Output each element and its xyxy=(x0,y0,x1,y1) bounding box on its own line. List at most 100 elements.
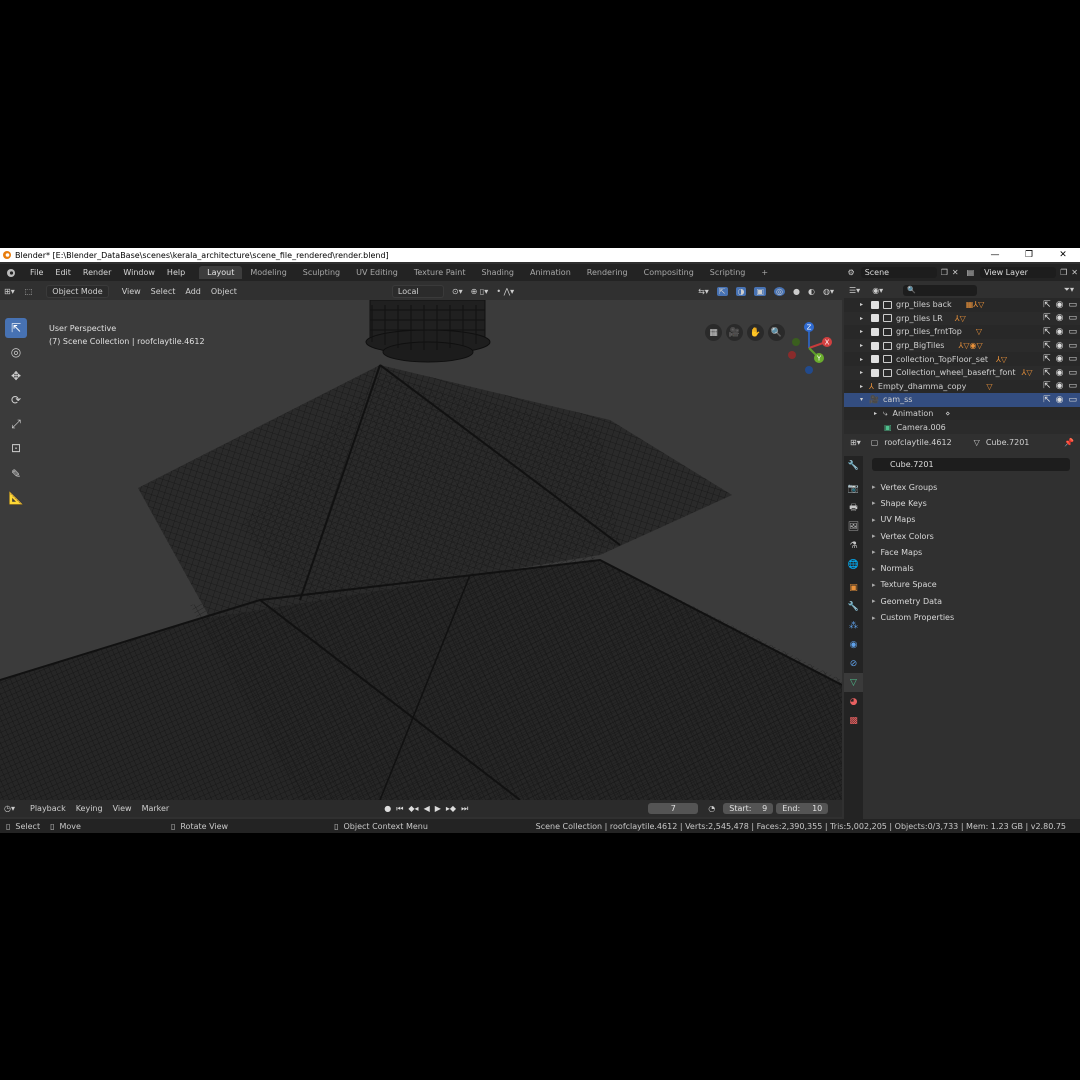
timeline-editor-icon[interactable]: ◷▾ xyxy=(4,804,15,813)
orientation-dropdown[interactable]: Local xyxy=(391,284,444,298)
constraints-tab-icon[interactable]: ⊘ xyxy=(844,654,863,673)
tab-layout[interactable]: Layout xyxy=(199,266,243,279)
prev-keyframe-icon[interactable]: ◆◂ xyxy=(408,804,418,814)
eye-icon[interactable]: ◉ xyxy=(1056,327,1064,337)
expand-arrow-icon[interactable]: ▸ xyxy=(860,369,863,376)
tab-uv-editing[interactable]: UV Editing xyxy=(348,266,406,279)
select-box-icon[interactable]: ⬚ xyxy=(25,287,33,296)
collapse-arrow-icon[interactable]: ▾ xyxy=(860,396,863,403)
menu-file[interactable]: File xyxy=(24,268,49,277)
outliner-row-selected[interactable]: ▾ 🎥 cam_ss ⇱ ◉ ▭ xyxy=(844,393,1080,407)
play-reverse-icon[interactable]: ◀ xyxy=(424,804,430,814)
add-workspace-icon[interactable]: + xyxy=(753,266,776,279)
monitor-icon[interactable]: ▭ xyxy=(1068,300,1077,310)
physics-tab-icon[interactable]: ◉ xyxy=(844,635,863,654)
tab-animation[interactable]: Animation xyxy=(522,266,579,279)
menu-add[interactable]: Add xyxy=(180,286,206,297)
panel-vertex-groups[interactable]: Vertex Groups xyxy=(864,479,1080,495)
display-mode-icon[interactable]: ◉▾ xyxy=(872,286,883,295)
select-arrow-icon[interactable]: ⇱ xyxy=(1043,327,1051,337)
record-icon[interactable]: ● xyxy=(384,804,391,814)
rendered-shading-icon[interactable]: ◍▾ xyxy=(823,287,834,296)
play-icon[interactable]: ▶ xyxy=(435,804,441,814)
tab-texture-paint[interactable]: Texture Paint xyxy=(406,266,474,279)
tab-rendering[interactable]: Rendering xyxy=(579,266,636,279)
eye-icon[interactable]: ◉ xyxy=(1056,395,1064,405)
tab-modeling[interactable]: Modeling xyxy=(242,266,294,279)
current-frame-field[interactable]: 7 xyxy=(648,803,699,814)
exclude-checkbox[interactable] xyxy=(871,300,880,309)
texture-tab-icon[interactable]: ▩ xyxy=(844,711,863,730)
new-view-layer-icon[interactable]: ❐ xyxy=(1060,268,1067,277)
select-arrow-icon[interactable]: ⇱ xyxy=(1043,341,1051,351)
menu-help[interactable]: Help xyxy=(161,268,191,277)
scene-tab-icon[interactable]: ⚗ xyxy=(844,536,863,555)
outliner-row[interactable]: ▸ Collection_wheel_basefrt_font ⅄▽ ⇱ ◉ ▭ xyxy=(844,365,1080,380)
start-frame-field[interactable]: Start: 9 xyxy=(723,803,774,814)
new-scene-icon[interactable]: ❐ xyxy=(941,268,948,277)
rotate-tool-icon[interactable]: ⟳ xyxy=(5,390,27,410)
monitor-icon[interactable]: ▭ xyxy=(1068,368,1077,378)
axis-gizmo[interactable]: Z X Y xyxy=(782,320,838,376)
panel-geometry-data[interactable]: Geometry Data xyxy=(864,593,1080,609)
proportional-edit-icon[interactable]: • ⋀▾ xyxy=(496,287,514,296)
view-layer-tab-icon[interactable]: 🖼 xyxy=(844,517,863,536)
measure-tool-icon[interactable]: 📐 xyxy=(5,488,27,508)
solid-shading-icon[interactable]: ● xyxy=(793,287,800,296)
scale-tool-icon[interactable]: ⤢ xyxy=(5,414,27,434)
select-arrow-icon[interactable]: ⇱ xyxy=(1043,395,1051,405)
select-tool-icon[interactable]: ⇱ xyxy=(5,318,27,338)
view-layer-selector[interactable]: View Layer xyxy=(980,267,1057,278)
monitor-icon[interactable]: ▭ xyxy=(1068,354,1077,364)
remove-view-layer-icon[interactable]: ✕ xyxy=(1071,268,1078,277)
editor-type-icon[interactable]: ⊞▾ xyxy=(4,287,15,296)
camera-view-icon[interactable]: 🎥 xyxy=(726,324,743,341)
outliner-row[interactable]: ▸ grp_BigTiles ⅄▽◉▽ ⇱ ◉ ▭ xyxy=(844,338,1080,353)
cursor-tool-icon[interactable]: ◎ xyxy=(5,342,27,362)
outliner-row[interactable]: ▸ grp_tiles back ▦⅄▽ ⇱ ◉ ▭ xyxy=(844,298,1080,312)
world-tab-icon[interactable]: 🌐 xyxy=(844,555,863,574)
select-arrow-icon[interactable]: ⇱ xyxy=(1043,354,1051,364)
expand-arrow-icon[interactable]: ▸ xyxy=(860,342,863,349)
blender-menu-icon[interactable] xyxy=(4,267,22,279)
eye-icon[interactable]: ◉ xyxy=(1056,341,1064,351)
monitor-icon[interactable]: ▭ xyxy=(1068,341,1077,351)
panel-texture-space[interactable]: Texture Space xyxy=(864,577,1080,593)
select-arrow-icon[interactable]: ⇱ xyxy=(1043,300,1051,310)
menu-render[interactable]: Render xyxy=(77,268,117,277)
object-tab-icon[interactable]: ▣ xyxy=(844,578,863,597)
tab-scripting[interactable]: Scripting xyxy=(702,266,754,279)
exclude-checkbox[interactable] xyxy=(871,314,880,323)
panel-vertex-colors[interactable]: Vertex Colors xyxy=(864,528,1080,544)
exclude-checkbox[interactable] xyxy=(871,327,880,336)
outliner-row[interactable]: ▸ ⤷ Animation ⋄ xyxy=(844,407,1080,421)
eye-icon[interactable]: ◉ xyxy=(1056,368,1064,378)
panel-shape-keys[interactable]: Shape Keys xyxy=(864,495,1080,511)
snap-icon[interactable]: ⊕ ▯▾ xyxy=(471,287,489,296)
particles-tab-icon[interactable]: ⁂ xyxy=(844,616,863,635)
mesh-name-field[interactable]: Cube.7201 xyxy=(872,458,1070,471)
menu-view[interactable]: View xyxy=(117,286,146,297)
select-arrow-icon[interactable]: ⇱ xyxy=(1043,313,1051,323)
expand-arrow-icon[interactable]: ▸ xyxy=(860,301,863,308)
exclude-checkbox[interactable] xyxy=(871,368,880,377)
menu-keying[interactable]: Keying xyxy=(71,804,108,813)
menu-object[interactable]: Object xyxy=(206,286,242,297)
expand-arrow-icon[interactable]: ▸ xyxy=(874,410,877,417)
menu-timeline-view[interactable]: View xyxy=(108,804,137,813)
menu-select[interactable]: Select xyxy=(146,286,181,297)
tab-compositing[interactable]: Compositing xyxy=(636,266,702,279)
properties-editor-icon[interactable]: ⊞▾ xyxy=(850,438,861,447)
panel-custom-properties[interactable]: Custom Properties xyxy=(864,609,1080,625)
panel-normals[interactable]: Normals xyxy=(864,560,1080,576)
monitor-icon[interactable]: ▭ xyxy=(1068,327,1077,337)
menu-playback[interactable]: Playback xyxy=(25,804,71,813)
pivot-icon[interactable]: ⊙▾ xyxy=(452,287,463,296)
modifier-tab-icon[interactable]: 🔧 xyxy=(844,597,863,616)
next-keyframe-icon[interactable]: ▸◆ xyxy=(446,804,456,814)
outliner-row[interactable]: ▸ grp_tiles LR ⅄▽ ⇱ ◉ ▭ xyxy=(844,311,1080,326)
expand-arrow-icon[interactable]: ▸ xyxy=(860,356,863,363)
tab-sculpting[interactable]: Sculpting xyxy=(295,266,348,279)
scene-icon[interactable]: ⚙ xyxy=(848,268,855,277)
wireframe-shading-icon[interactable]: ◎ xyxy=(774,286,786,296)
